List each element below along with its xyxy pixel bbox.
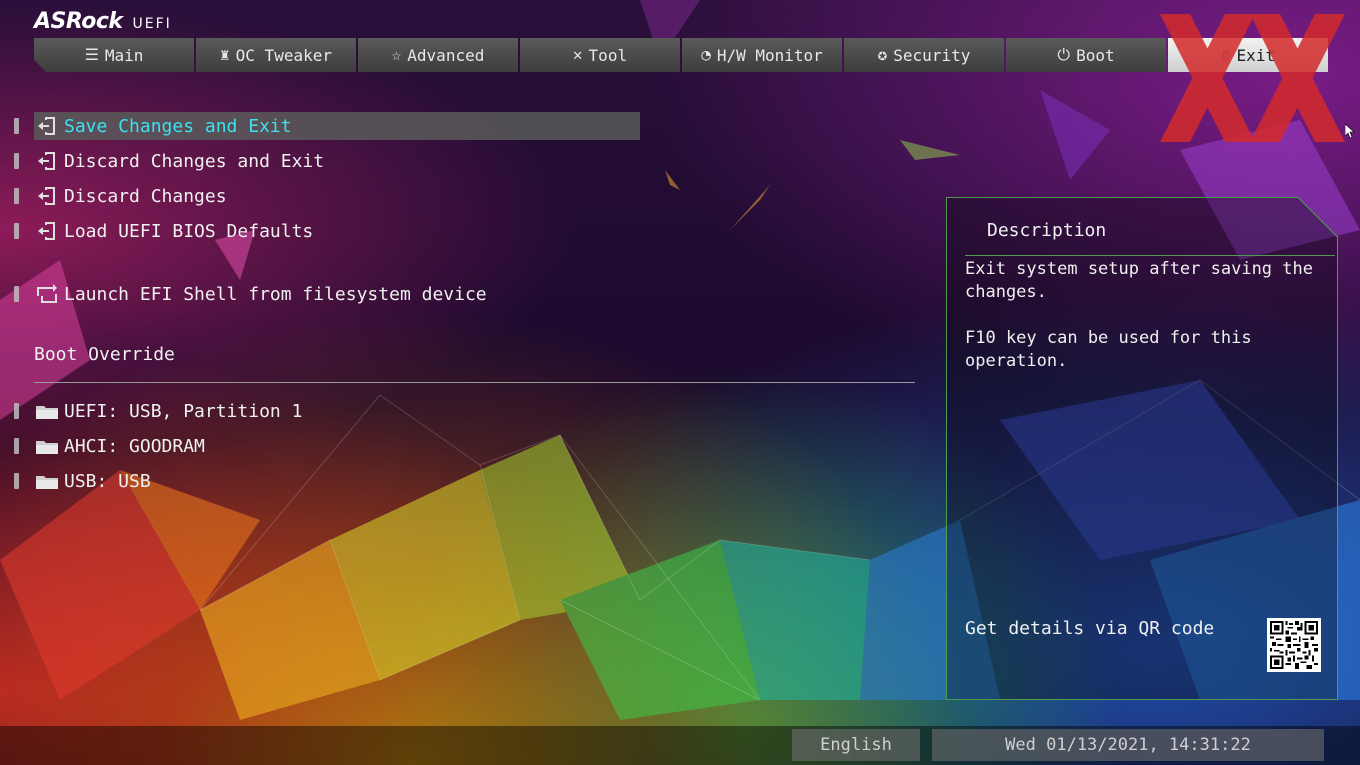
tab-oc-tweaker[interactable]: ♜ OC Tweaker <box>196 38 356 72</box>
list-icon: ☰ <box>84 45 99 64</box>
tab-main[interactable]: ☰ Main <box>34 38 194 72</box>
menu-save-changes-exit[interactable]: Save Changes and Exit <box>14 112 640 140</box>
exit-door-icon <box>35 220 59 242</box>
menu-launch-efi-shell[interactable]: Launch EFI Shell from filesystem device <box>14 280 640 308</box>
tab-label: Advanced <box>407 45 485 65</box>
boot-item-usb[interactable]: USB: USB <box>14 467 640 495</box>
row-handle <box>14 223 19 239</box>
tab-label: H/W Monitor <box>716 45 823 65</box>
row-handle <box>14 118 19 134</box>
menu-label: Load UEFI BIOS Defaults <box>64 220 314 242</box>
description-text: Exit system setup after saving the chang… <box>965 259 1313 371</box>
menu-label: USB: USB <box>64 470 151 492</box>
menu-load-defaults[interactable]: Load UEFI BIOS Defaults <box>14 217 640 245</box>
boot-item-uefi-usb[interactable]: UEFI: USB, Partition 1 <box>14 397 640 425</box>
menu-discard-changes-exit[interactable]: Discard Changes and Exit <box>14 147 640 175</box>
tab-label: Main <box>104 45 144 65</box>
main-tab-bar: ☰ Main ♜ OC Tweaker ☆ Advanced ✕ Tool ◔ … <box>34 38 1328 72</box>
menu-label: Save Changes and Exit <box>64 115 292 137</box>
tab-hw-monitor[interactable]: ◔ H/W Monitor <box>682 38 842 72</box>
description-divider <box>965 255 1335 256</box>
datetime-display: Wed 01/13/2021, 14:31:22 <box>932 729 1324 761</box>
tab-label: Tool <box>588 45 628 65</box>
rocket-icon: ♜ <box>220 45 230 64</box>
tab-advanced[interactable]: ☆ Advanced <box>358 38 518 72</box>
menu-label: AHCI: GOODRAM <box>64 435 205 457</box>
description-panel: Description Exit system setup after savi… <box>946 197 1338 700</box>
qr-code <box>1267 618 1321 672</box>
row-handle <box>14 153 19 169</box>
tab-tool[interactable]: ✕ Tool <box>520 38 680 72</box>
folder-icon <box>35 435 59 457</box>
exit-door-icon <box>35 185 59 207</box>
row-handle <box>14 403 19 419</box>
menu-label: Launch EFI Shell from filesystem device <box>64 283 487 305</box>
row-handle <box>14 188 19 204</box>
tab-security[interactable]: ✪ Security <box>844 38 1004 72</box>
brand-sub: UEFI <box>132 16 172 32</box>
tab-label: OC Tweaker <box>235 45 332 65</box>
tab-boot[interactable]: ⏻ Boot <box>1006 38 1166 72</box>
section-divider <box>34 382 915 383</box>
star-icon: ☆ <box>391 45 402 64</box>
folder-icon <box>35 400 59 422</box>
row-handle <box>14 438 19 454</box>
description-title: Description <box>987 220 1107 241</box>
asrock-uefi-logo: ASRock UEFI <box>34 9 172 34</box>
menu-discard-changes[interactable]: Discard Changes <box>14 182 640 210</box>
datetime-text: Wed 01/13/2021, 14:31:22 <box>1005 735 1251 755</box>
tab-label: Security <box>893 45 971 65</box>
qr-label: Get details via QR code <box>965 618 1215 639</box>
row-handle <box>14 473 19 489</box>
exit-door-icon: ▯ <box>1220 45 1231 64</box>
boot-item-ahci-goodram[interactable]: AHCI: GOODRAM <box>14 432 640 460</box>
tab-label: Boot <box>1076 45 1115 65</box>
shell-loop-icon <box>35 283 59 305</box>
row-handle <box>14 286 19 302</box>
monitor-gauge-icon: ◔ <box>701 45 711 64</box>
tools-icon: ✕ <box>572 45 583 64</box>
shield-gear-icon: ✪ <box>877 45 888 64</box>
language-button[interactable]: English <box>792 729 920 761</box>
exit-door-icon <box>35 150 59 172</box>
menu-label: Discard Changes and Exit <box>64 150 325 172</box>
language-label: English <box>820 735 892 755</box>
mouse-cursor-icon <box>1345 124 1355 138</box>
exit-door-icon <box>35 115 59 137</box>
tab-label: Exit <box>1236 45 1276 65</box>
menu-label: UEFI: USB, Partition 1 <box>64 400 303 422</box>
menu-label: Discard Changes <box>64 185 227 207</box>
folder-icon <box>35 470 59 492</box>
tab-exit[interactable]: ▯ Exit <box>1168 38 1328 72</box>
boot-override-heading: Boot Override <box>34 344 175 365</box>
power-icon: ⏻ <box>1057 45 1071 64</box>
brand-name: ASRock <box>34 9 123 34</box>
